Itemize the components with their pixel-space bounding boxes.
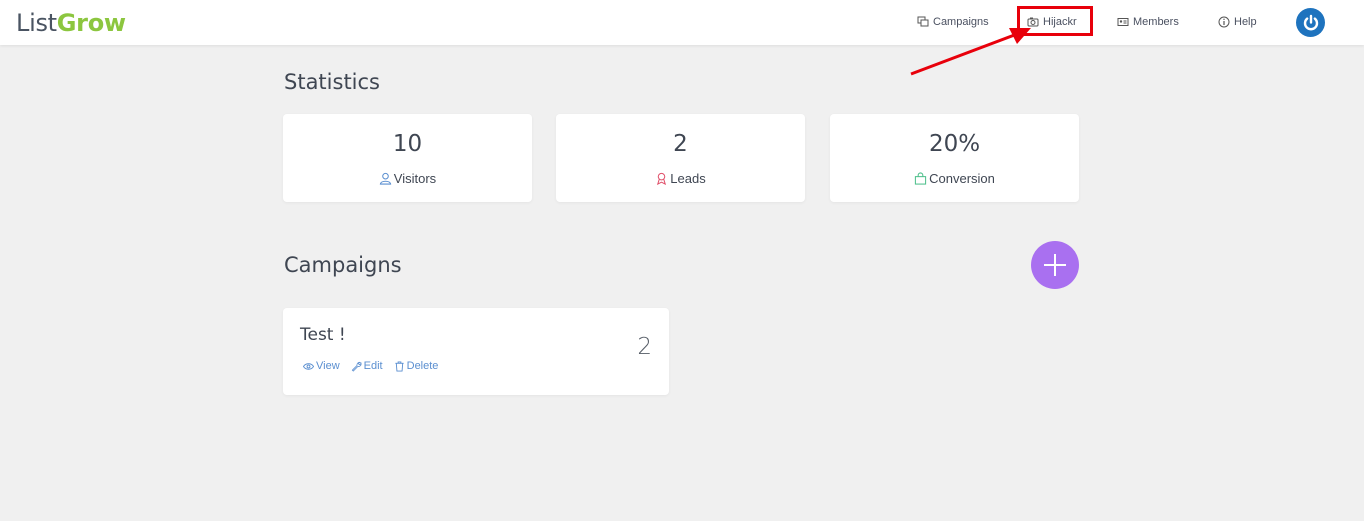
nav-members[interactable]: Members xyxy=(1117,14,1179,30)
ribbon-icon xyxy=(657,172,667,185)
campaign-card: Test ! 2 View Edit Delete xyxy=(283,308,669,395)
stat-card-leads: 2 Leads xyxy=(556,114,805,202)
plus-icon xyxy=(1044,254,1066,276)
brand-logo[interactable]: ListGrow xyxy=(16,9,126,37)
stat-card-conversion: 20% Conversion xyxy=(830,114,1079,202)
stat-label-text: Conversion xyxy=(929,171,995,186)
view-label: View xyxy=(316,360,340,372)
delete-campaign-link[interactable]: Delete xyxy=(394,360,439,372)
wrench-icon xyxy=(351,361,362,372)
stat-card-visitors: 10 Visitors xyxy=(283,114,532,202)
id-card-icon xyxy=(1117,18,1129,26)
annotation-arrow xyxy=(910,28,1031,76)
eye-icon xyxy=(303,362,314,370)
nav-help[interactable]: Help xyxy=(1218,14,1257,30)
brand-logo-part2: Grow xyxy=(56,9,126,37)
stat-label-text: Visitors xyxy=(393,171,437,186)
user-icon xyxy=(379,172,391,185)
campaign-name: Test ! xyxy=(300,325,346,345)
add-campaign-button[interactable] xyxy=(1031,241,1079,289)
stat-label: Leads xyxy=(556,171,805,186)
stat-label-text: Leads xyxy=(670,171,706,186)
brand-logo-part1: List xyxy=(16,9,57,37)
trash-icon xyxy=(395,360,404,372)
stat-value: 2 xyxy=(673,131,688,157)
edit-campaign-link[interactable]: Edit xyxy=(351,360,383,372)
info-icon xyxy=(1218,16,1230,28)
campaign-actions: View Edit Delete xyxy=(303,360,438,372)
view-campaign-link[interactable]: View xyxy=(303,360,340,372)
power-button[interactable] xyxy=(1296,8,1325,37)
nav-members-label: Members xyxy=(1133,16,1179,28)
campaign-count: 2 xyxy=(637,334,652,360)
stat-label: Visitors xyxy=(283,171,532,186)
statistics-title: Statistics xyxy=(284,70,380,94)
delete-label: Delete xyxy=(406,360,439,372)
power-icon xyxy=(1303,14,1318,30)
edit-label: Edit xyxy=(363,360,383,372)
campaigns-title: Campaigns xyxy=(284,253,402,277)
bag-icon xyxy=(914,172,927,185)
top-navbar: ListGrow Campaigns Hijackr Members Help xyxy=(0,0,1364,45)
stat-value: 10 xyxy=(392,131,423,157)
nav-help-label: Help xyxy=(1234,16,1257,28)
stat-value: 20% xyxy=(928,131,981,157)
stat-label: Conversion xyxy=(830,171,1079,186)
